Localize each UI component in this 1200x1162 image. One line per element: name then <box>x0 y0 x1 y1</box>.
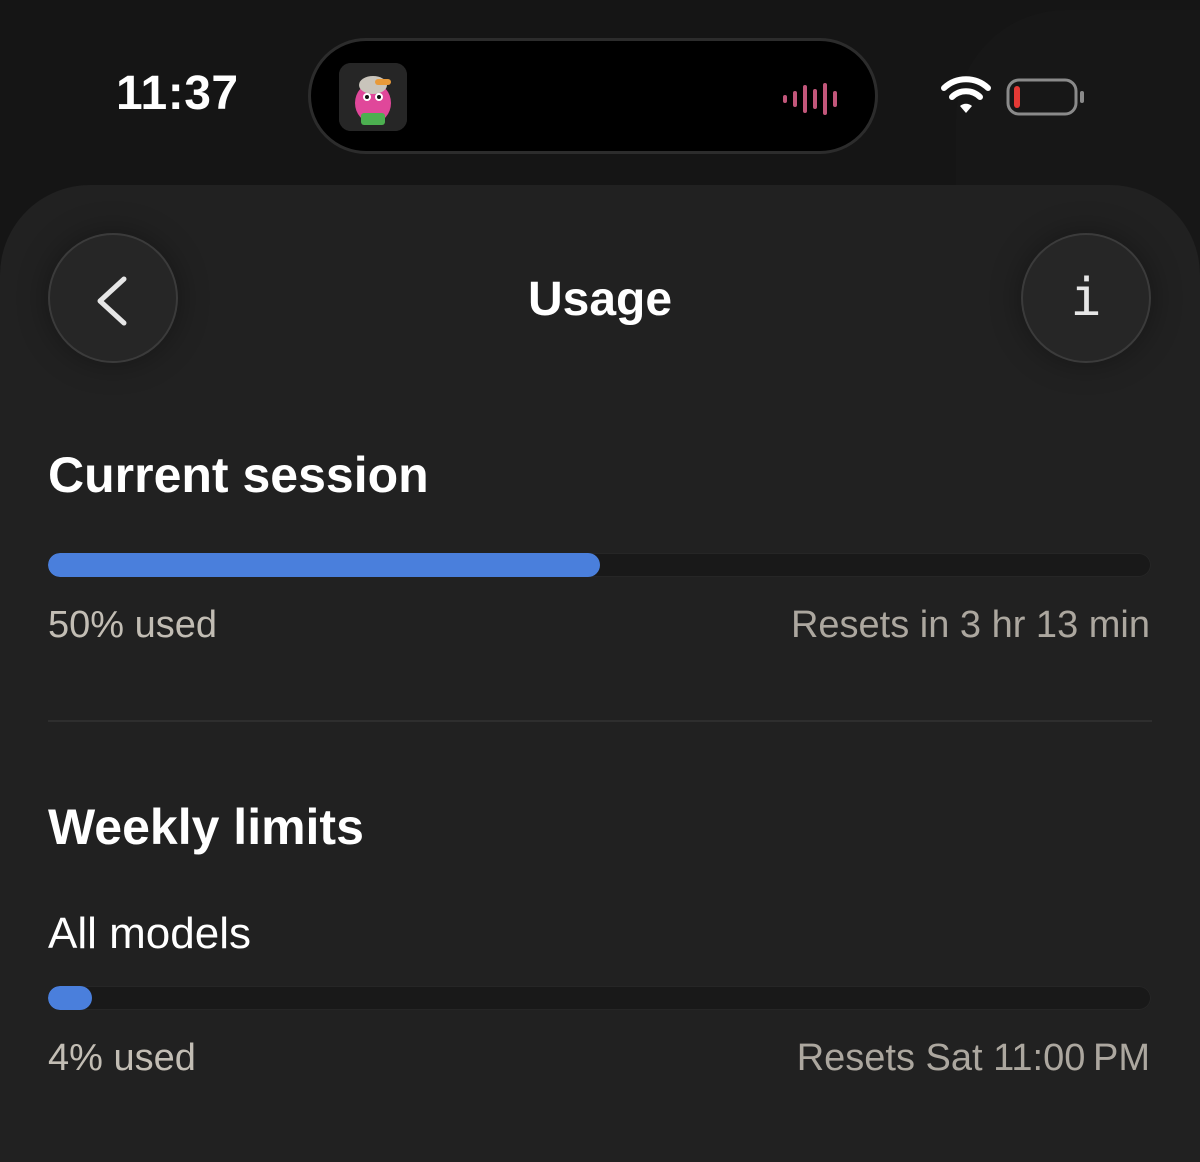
dynamic-island[interactable] <box>308 38 878 154</box>
battery-low-icon <box>1006 78 1084 116</box>
audio-waveform-icon <box>783 83 837 115</box>
status-time: 11:37 <box>116 67 239 120</box>
all-models-used: 4% used <box>48 1037 196 1079</box>
all-models-progress-bar <box>48 986 1151 1010</box>
current-session-progress-fill <box>48 553 600 577</box>
all-models-progress-fill <box>48 986 93 1010</box>
info-button[interactable]: i <box>1021 233 1151 363</box>
album-art-icon <box>339 63 407 131</box>
usage-screen: 11:37 Usage i Current session 50% used R… <box>0 0 1200 1162</box>
current-session-heading: Current session <box>48 447 429 503</box>
wifi-icon <box>941 76 991 113</box>
section-divider <box>48 720 1152 722</box>
current-session-progress-bar <box>48 553 1151 577</box>
page-title: Usage <box>527 273 673 326</box>
info-icon: i <box>1070 268 1102 328</box>
current-session-used: 50% used <box>48 604 218 646</box>
current-session-reset: Resets in 3 hr 13 min <box>790 604 1150 646</box>
all-models-reset: Resets Sat 11:00 PM <box>796 1037 1150 1079</box>
weekly-limits-heading: Weekly limits <box>48 799 364 855</box>
all-models-label: All models <box>48 909 251 958</box>
usage-sheet <box>0 185 1200 1162</box>
